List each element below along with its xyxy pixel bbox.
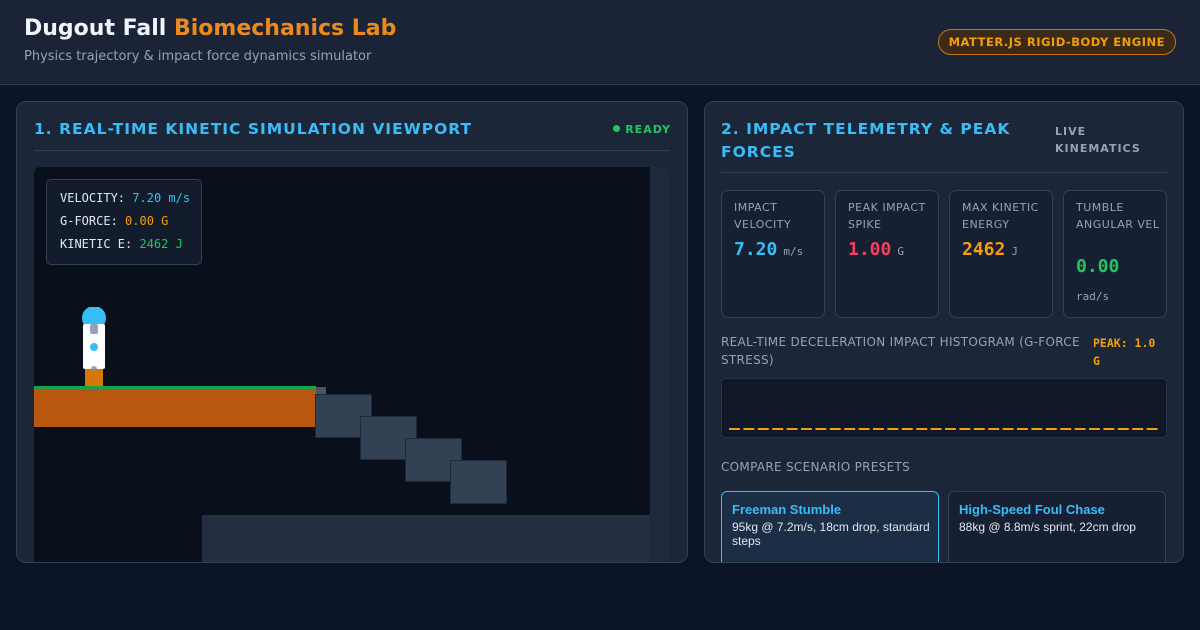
stat-label: PEAK IMPACT SPIKE (848, 201, 926, 231)
histogram-bar (1060, 428, 1072, 430)
presets-label: COMPARE SCENARIO PRESETS (721, 460, 910, 474)
preset-name: High-Speed Foul Chase (959, 502, 1105, 517)
hud-gforce-value: 0.00 G (125, 214, 169, 228)
app-header: Dugout Fall Biomechanics Lab Physics tra… (0, 0, 1200, 85)
histogram-bar (1146, 428, 1158, 430)
title-main: Dugout Fall (24, 16, 167, 41)
stat-unit: G (897, 245, 904, 258)
stat-label: TUMBLE ANGULAR VEL (1076, 201, 1160, 231)
hud-gforce-label: G-FORCE: (60, 214, 118, 228)
engine-badge: MATTER.JS RIGID-BODY ENGINE (937, 29, 1176, 55)
hud-overlay: VELOCITY: 7.20 m/s G-FORCE: 0.00 G KINET… (46, 179, 202, 265)
preset-name: Freeman Stumble (732, 502, 842, 517)
stat-value: 7.20 (734, 239, 778, 260)
histogram-bar (973, 428, 985, 430)
stat-label: MAX KINETIC ENERGY (962, 201, 1039, 231)
histogram-bar (945, 428, 956, 430)
histogram-bar (815, 428, 827, 430)
hud-kinetic-label: KINETIC E: (60, 237, 133, 251)
histogram-bar (844, 428, 856, 430)
simulation-panel: 1. REAL-TIME KINETIC SIMULATION VIEWPORT… (16, 101, 688, 563)
histogram-bar (1074, 428, 1086, 430)
gforce-histogram (721, 378, 1167, 438)
histogram-bar (858, 428, 870, 430)
status-text: READY (625, 123, 671, 136)
histogram-bar (757, 428, 769, 430)
telemetry-panel: 2. IMPACT TELEMETRY & PEAK FORCES LIVE K… (704, 101, 1184, 563)
hud-kinetic-value: 2462 J (139, 237, 183, 251)
stat-value-row: 1.00 G (848, 239, 904, 260)
histogram-bar (1031, 428, 1043, 430)
histogram-bar (801, 428, 812, 430)
histogram-bar (786, 428, 798, 430)
stat-card-tumble-angular: TUMBLE ANGULAR VEL 0.00 rad/s (1063, 190, 1167, 318)
page-title: Dugout Fall Biomechanics Lab (24, 16, 396, 41)
histogram-bar (988, 428, 1000, 430)
histogram-bar (1117, 428, 1129, 430)
histogram-bar (743, 428, 755, 430)
title-accent: Biomechanics Lab (173, 16, 397, 41)
hud-gforce: G-FORCE: 0.00 G (60, 214, 168, 228)
stat-value: 1.00 (848, 239, 892, 260)
histogram-bar (1089, 428, 1100, 430)
status-badge: READY (613, 123, 671, 136)
histogram-bar (887, 428, 899, 430)
histogram-bar (1103, 428, 1115, 430)
stat-label: IMPACT VELOCITY (734, 201, 792, 231)
stat-unit: m/s (783, 245, 804, 258)
ground-platform (34, 389, 316, 427)
panel-divider (34, 150, 670, 151)
histogram-bar (772, 428, 784, 430)
histogram-bar (1017, 428, 1028, 430)
histogram-bar (1002, 428, 1014, 430)
stat-card-peak-impact: PEAK IMPACT SPIKE 1.00 G (835, 190, 939, 318)
histogram-bar (1132, 428, 1144, 430)
page-subtitle: Physics trajectory & impact force dynami… (24, 49, 372, 64)
hud-velocity-label: VELOCITY: (60, 191, 126, 205)
telemetry-panel-title: 2. IMPACT TELEMETRY & PEAK FORCES (721, 120, 1011, 161)
stat-value-row: 7.20 m/s (734, 239, 803, 260)
hud-velocity: VELOCITY: 7.20 m/s (60, 191, 190, 205)
hud-velocity-value: 7.20 m/s (132, 191, 191, 205)
histogram-bars (729, 428, 1158, 430)
stat-card-max-kinetic: MAX KINETIC ENERGY 2462 J (949, 190, 1053, 318)
preset-desc: 88kg @ 8.8m/s sprint, 22cm drop (959, 520, 1136, 534)
live-kinematics-badge: LIVE KINEMATICS (1055, 125, 1141, 155)
preset-desc: 95kg @ 7.2m/s, 18cm drop, standard steps (732, 520, 930, 548)
dugout-floor (202, 515, 650, 562)
stat-value: 0.00 (1076, 256, 1120, 277)
histogram-bar (729, 428, 740, 430)
histogram-bar (901, 428, 913, 430)
dugout-step (450, 460, 507, 504)
stat-unit: J (1011, 245, 1018, 258)
stat-unit: rad/s (1076, 290, 1110, 303)
histogram-bar (1045, 428, 1057, 430)
player-figure (82, 307, 106, 391)
histogram-bar (873, 428, 884, 430)
preset-high-speed-foul-chase[interactable]: High-Speed Foul Chase 88kg @ 8.8m/s spri… (948, 491, 1166, 562)
stat-card-impact-velocity: IMPACT VELOCITY 7.20 m/s (721, 190, 825, 318)
simulation-panel-title: 1. REAL-TIME KINETIC SIMULATION VIEWPORT (34, 120, 473, 138)
histogram-bar (930, 428, 942, 430)
peak-label: PEAK: 1.0 G (1093, 336, 1156, 368)
viewport-scrollbar[interactable] (650, 167, 670, 562)
step-ledge (316, 387, 326, 394)
hud-kinetic: KINETIC E: 2462 J (60, 237, 183, 251)
histogram-bar (829, 428, 841, 430)
status-dot-icon (613, 125, 621, 132)
simulation-viewport[interactable]: VELOCITY: 7.20 m/s G-FORCE: 0.00 G KINET… (34, 167, 670, 562)
stat-value-row: 2462 J (962, 239, 1018, 260)
histogram-bar (916, 428, 928, 430)
panel-divider (721, 172, 1167, 173)
histogram-bar (959, 428, 971, 430)
histogram-label: REAL-TIME DECELERATION IMPACT HISTOGRAM … (721, 335, 1080, 367)
preset-freeman-stumble[interactable]: Freeman Stumble 95kg @ 7.2m/s, 18cm drop… (721, 491, 939, 562)
stat-value: 2462 (962, 239, 1006, 260)
